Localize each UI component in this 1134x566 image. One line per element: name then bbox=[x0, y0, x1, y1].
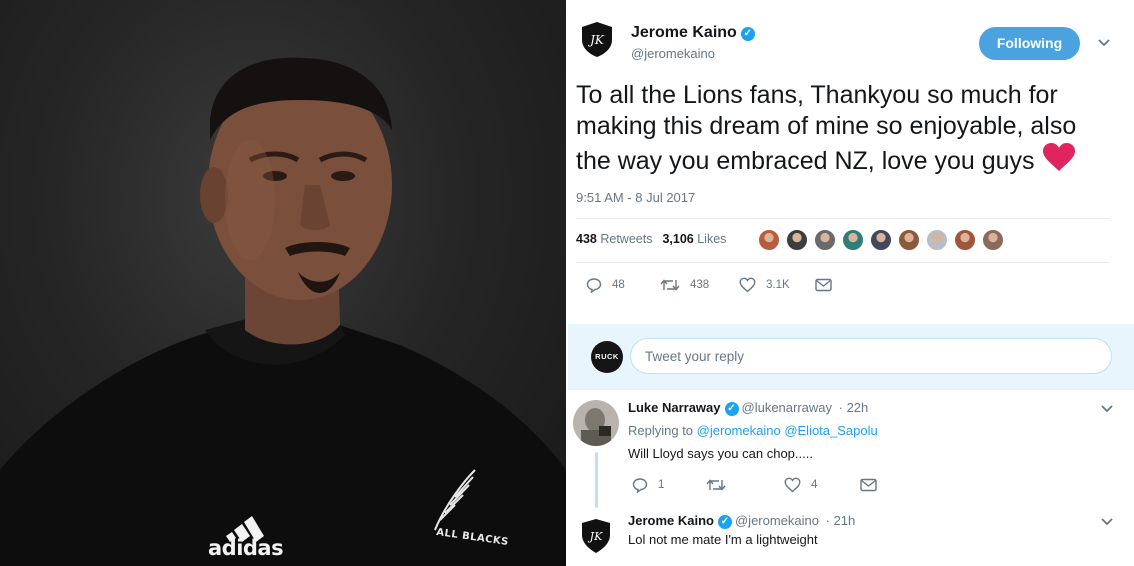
likes-label[interactable]: Likes bbox=[697, 232, 726, 246]
retweet-action[interactable] bbox=[706, 476, 736, 494]
retweets-label[interactable]: Retweets bbox=[600, 232, 652, 246]
replying-to-line: Replying to @jeromekaino @Eliota_Sapolu bbox=[628, 423, 878, 438]
verified-badge-icon: ✓ bbox=[740, 27, 755, 41]
tweet-header: JK Jerome Kaino ✓ @jeromekaino Following bbox=[568, 0, 1134, 80]
replying-to-label: Replying to bbox=[628, 423, 694, 438]
reply-action[interactable]: 48 bbox=[586, 276, 625, 294]
divider bbox=[576, 218, 1110, 219]
reply-input[interactable] bbox=[630, 338, 1112, 374]
reply-author-handle[interactable]: @jeromekaino bbox=[735, 513, 819, 528]
svg-text:JK: JK bbox=[587, 33, 605, 47]
retweets-count[interactable]: 438 bbox=[576, 232, 597, 246]
tweet-text: To all the Lions fans, Thankyou so much … bbox=[576, 80, 1116, 177]
verified-badge-icon: ✓ bbox=[717, 515, 732, 529]
author-name[interactable]: Jerome Kaino ✓ bbox=[631, 24, 755, 42]
liker-avatar[interactable] bbox=[954, 229, 976, 251]
envelope-icon bbox=[860, 478, 877, 492]
chevron-down-icon[interactable] bbox=[1100, 402, 1114, 416]
reply-author-handle[interactable]: @lukenarraway bbox=[742, 400, 833, 415]
chevron-down-icon[interactable] bbox=[1100, 515, 1114, 529]
author-avatar[interactable]: JK bbox=[578, 20, 616, 58]
liker-avatar[interactable] bbox=[982, 229, 1004, 251]
shield-icon: JK bbox=[582, 22, 612, 57]
reply-icon bbox=[586, 278, 602, 293]
retweet-count: 438 bbox=[690, 279, 710, 291]
liker-avatar[interactable] bbox=[842, 229, 864, 251]
reply-count: 1 bbox=[658, 479, 665, 491]
svg-text:JK: JK bbox=[588, 530, 603, 543]
current-user-avatar[interactable]: RUCK bbox=[591, 341, 623, 373]
reply-author[interactable]: Luke Narraway ✓ @lukenarraway · 22h bbox=[628, 400, 868, 416]
user-photo-icon bbox=[573, 400, 619, 446]
heart-outline-icon bbox=[739, 277, 756, 293]
reply-action[interactable]: 1 bbox=[632, 476, 664, 494]
player-portrait-illustration bbox=[0, 57, 566, 566]
reply-time[interactable]: · 21h bbox=[826, 513, 856, 528]
reply-author-name[interactable]: Jerome Kaino bbox=[628, 513, 714, 528]
like-action[interactable]: 3.1K bbox=[739, 276, 790, 294]
retweet-icon bbox=[706, 479, 726, 491]
heart-outline-icon bbox=[784, 477, 801, 493]
reply-count: 48 bbox=[612, 279, 625, 291]
tweet-stats: 438 Retweets 3,106 Likes bbox=[576, 232, 726, 246]
tweet-panel: JK Jerome Kaino ✓ @jeromekaino Following … bbox=[568, 0, 1134, 566]
liker-avatar[interactable] bbox=[758, 229, 780, 251]
direct-message-action[interactable] bbox=[815, 276, 842, 294]
reply-text: Lol not me mate I'm a lightweight bbox=[628, 532, 818, 547]
likes-count[interactable]: 3,106 bbox=[662, 232, 693, 246]
liker-avatar[interactable] bbox=[870, 229, 892, 251]
reply-text: Will Lloyd says you can chop..... bbox=[628, 446, 813, 461]
retweet-icon bbox=[660, 279, 680, 291]
liker-avatar[interactable] bbox=[898, 229, 920, 251]
liker-avatar[interactable] bbox=[814, 229, 836, 251]
reply-icon bbox=[632, 478, 648, 493]
reply-time[interactable]: · 22h bbox=[839, 400, 869, 415]
adidas-logo-text: adidas bbox=[208, 536, 284, 560]
reply-avatar[interactable] bbox=[573, 400, 619, 446]
reply-author-name[interactable]: Luke Narraway bbox=[628, 400, 721, 415]
retweet-action[interactable]: 438 bbox=[660, 276, 709, 294]
envelope-icon bbox=[815, 278, 832, 292]
tweet-body: To all the Lions fans, Thankyou so much … bbox=[576, 81, 1077, 175]
author-name-text[interactable]: Jerome Kaino bbox=[631, 24, 737, 41]
liker-avatar[interactable] bbox=[926, 229, 948, 251]
like-count: 4 bbox=[811, 479, 818, 491]
reply-composer: RUCK bbox=[568, 324, 1134, 390]
divider bbox=[576, 262, 1110, 263]
like-action[interactable]: 4 bbox=[784, 476, 817, 494]
reply-avatar[interactable]: JK bbox=[573, 513, 619, 559]
red-heart-emoji-icon bbox=[1042, 143, 1075, 171]
mention-link[interactable]: @Eliota_Sapolu bbox=[784, 423, 877, 438]
tweet-timestamp[interactable]: 9:51 AM - 8 Jul 2017 bbox=[576, 190, 695, 205]
mention-link[interactable]: @jeromekaino bbox=[697, 423, 781, 438]
author-handle[interactable]: @jeromekaino bbox=[631, 46, 715, 61]
thread-connector-line bbox=[595, 452, 598, 508]
following-button[interactable]: Following bbox=[979, 27, 1080, 60]
verified-badge-icon: ✓ bbox=[724, 402, 739, 416]
liker-avatar[interactable] bbox=[786, 229, 808, 251]
reply-author[interactable]: Jerome Kaino ✓ @jeromekaino · 21h bbox=[628, 513, 855, 529]
shield-icon: JK bbox=[582, 519, 610, 553]
direct-message-action[interactable] bbox=[860, 476, 887, 494]
player-photo: adidas ALL BLACKS bbox=[0, 0, 566, 566]
chevron-down-icon[interactable] bbox=[1097, 36, 1111, 50]
like-count: 3.1K bbox=[766, 279, 790, 291]
